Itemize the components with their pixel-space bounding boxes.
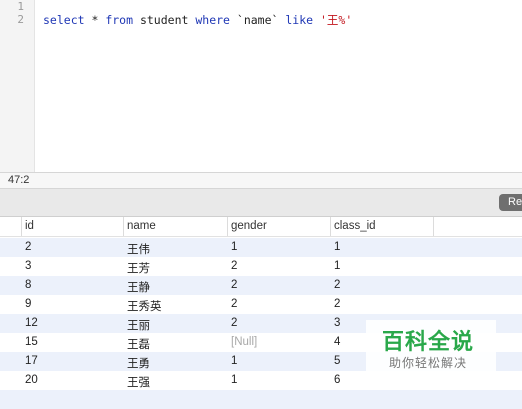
- line-number: 2: [17, 13, 24, 26]
- watermark-title: 百科全说: [382, 329, 475, 354]
- column-divider: [21, 217, 22, 236]
- result-button[interactable]: Re: [499, 194, 522, 211]
- query-token: `name`: [229, 13, 286, 27]
- cell-gender[interactable]: 2: [231, 317, 237, 329]
- column-header-class-id[interactable]: class_id: [334, 220, 376, 232]
- cell-name[interactable]: 王强: [127, 374, 150, 390]
- cell-id[interactable]: 15: [25, 336, 38, 348]
- cell-gender[interactable]: 2: [231, 298, 237, 310]
- query-token: *: [84, 13, 106, 27]
- cell-name[interactable]: 王伟: [127, 241, 150, 257]
- cell-gender[interactable]: 1: [231, 241, 237, 253]
- cell-id[interactable]: 20: [25, 374, 38, 386]
- cell-class-id[interactable]: 6: [334, 374, 340, 386]
- watermark-logo: 百科全说 助你轻松解决: [366, 320, 496, 376]
- line-number: 1: [17, 0, 24, 13]
- cell-id[interactable]: 9: [25, 298, 31, 310]
- table-row[interactable]: 8 王静 2 2: [0, 276, 522, 295]
- cell-name[interactable]: 王勇: [127, 355, 150, 371]
- column-divider: [227, 217, 228, 236]
- table-row[interactable]: 3 王芳 2 1: [0, 257, 522, 276]
- table-row[interactable]: 9 王秀英 2 2: [0, 295, 522, 314]
- cell-name[interactable]: 王磊: [127, 336, 150, 352]
- cell-class-id[interactable]: 1: [334, 260, 340, 272]
- column-divider: [433, 217, 434, 236]
- editor-status-bar: 47:2: [0, 172, 522, 189]
- sql-editor[interactable]: 1 2 select * from student where `name` l…: [0, 0, 522, 172]
- cell-gender[interactable]: 2: [231, 260, 237, 272]
- query-token: [313, 13, 320, 27]
- cell-id[interactable]: 12: [25, 317, 38, 329]
- column-header-gender[interactable]: gender: [231, 220, 267, 232]
- cell-gender[interactable]: 1: [231, 355, 237, 367]
- cell-class-id[interactable]: 5: [334, 355, 340, 367]
- cell-gender[interactable]: 1: [231, 374, 237, 386]
- line-number-gutter: 1 2: [0, 0, 35, 172]
- string-literal: '王%': [320, 13, 353, 27]
- keyword-where: where: [195, 13, 230, 27]
- watermark-subtitle: 助你轻松解决: [389, 356, 468, 370]
- cell-name[interactable]: 王丽: [127, 317, 150, 333]
- table-row-empty: [0, 390, 522, 409]
- cell-class-id[interactable]: 4: [334, 336, 340, 348]
- cell-name[interactable]: 王芳: [127, 260, 150, 276]
- column-header-name[interactable]: name: [127, 220, 156, 232]
- cell-class-id[interactable]: 2: [334, 279, 340, 291]
- cell-class-id[interactable]: 3: [334, 317, 340, 329]
- sql-query-text[interactable]: select * from student where `name` like …: [43, 12, 352, 28]
- cell-name[interactable]: 王秀英: [127, 298, 162, 314]
- keyword-from: from: [105, 13, 134, 27]
- cell-id[interactable]: 3: [25, 260, 31, 272]
- cell-gender[interactable]: 2: [231, 279, 237, 291]
- table-row[interactable]: 2 王伟 1 1: [0, 238, 522, 257]
- column-divider: [123, 217, 124, 236]
- table-header-row: id name gender class_id: [0, 217, 522, 237]
- column-divider: [330, 217, 331, 236]
- cell-id[interactable]: 17: [25, 355, 38, 367]
- keyword-select: select: [43, 13, 85, 27]
- results-toolbar: Re: [0, 189, 522, 217]
- cell-id[interactable]: 2: [25, 241, 31, 253]
- cell-name[interactable]: 王静: [127, 279, 150, 295]
- cell-id[interactable]: 8: [25, 279, 31, 291]
- cursor-position: 47:2: [8, 174, 30, 186]
- column-header-id[interactable]: id: [25, 220, 34, 232]
- cell-class-id[interactable]: 2: [334, 298, 340, 310]
- keyword-like: like: [285, 13, 314, 27]
- query-token: student: [133, 13, 196, 27]
- cell-gender-null[interactable]: [Null]: [231, 336, 257, 348]
- cell-class-id[interactable]: 1: [334, 241, 340, 253]
